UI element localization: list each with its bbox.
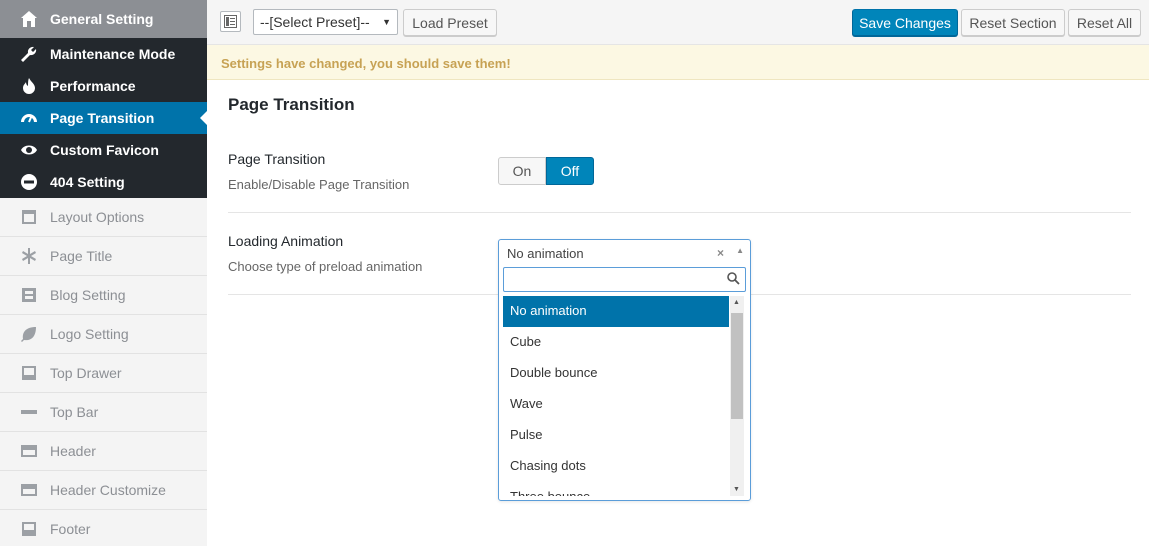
sidebar-item-custom-favicon[interactable]: Custom Favicon (0, 134, 207, 166)
unsaved-changes-notice: Settings have changed, you should save t… (207, 45, 1149, 80)
section-title: Page Transition (228, 95, 355, 114)
caret-down-icon: ▼ (382, 17, 391, 27)
header-icon (19, 441, 39, 461)
sidebar-item-label: Page Title (50, 248, 113, 264)
select-option[interactable]: Cube (503, 327, 729, 358)
sidebar-item-label: General Setting (50, 11, 154, 27)
drawer-icon (19, 363, 39, 383)
field-subtitle-page-transition: Enable/Disable Page Transition (228, 177, 410, 192)
minus-circle-icon (19, 172, 39, 192)
eye-icon (19, 140, 39, 160)
select-current[interactable]: No animation × ▲ (499, 240, 750, 266)
topbar-icon (19, 402, 39, 422)
sidebar-item-top-drawer[interactable]: Top Drawer (0, 354, 207, 393)
sidebar-item-label: Top Bar (50, 404, 99, 420)
switch-off-button[interactable]: Off (546, 157, 594, 185)
sidebar-item-label: Page Transition (50, 110, 155, 126)
select-option[interactable]: Wave (503, 389, 729, 420)
search-icon (727, 272, 740, 288)
sidebar-item-label: Performance (50, 78, 136, 94)
sidebar-item-label: Blog Setting (50, 287, 126, 303)
reset-section-button[interactable]: Reset Section (961, 9, 1065, 36)
sidebar-item-label: Top Drawer (50, 365, 122, 381)
sidebar-item-label: Maintenance Mode (50, 46, 176, 62)
toolbar: --[Select Preset]-- ▼ Load Preset Save C… (207, 0, 1149, 45)
home-icon (19, 9, 39, 29)
blog-icon (19, 285, 39, 305)
select-option[interactable]: Chasing dots (503, 451, 729, 482)
wrench-icon (19, 44, 39, 64)
expand-toggle-icon[interactable] (220, 11, 241, 32)
preset-select[interactable]: --[Select Preset]-- ▼ (253, 9, 398, 35)
caret-up-icon[interactable]: ▲ (736, 246, 744, 255)
sidebar-item-general-setting[interactable]: General Setting (0, 0, 207, 38)
sidebar-item-404-setting[interactable]: 404 Setting (0, 166, 207, 198)
sidebar-item-page-transition[interactable]: Page Transition (0, 102, 207, 134)
sidebar-item-logo-setting[interactable]: Logo Setting (0, 315, 207, 354)
leaf-icon (19, 324, 39, 344)
sidebar-item-label: Header Customize (50, 482, 166, 498)
load-preset-button[interactable]: Load Preset (403, 9, 497, 36)
select-search-input[interactable] (503, 267, 746, 292)
field-title-loading-animation: Loading Animation (228, 233, 344, 249)
select-option[interactable]: No animation (503, 296, 729, 327)
sidebar-item-label: Logo Setting (50, 326, 129, 342)
sidebar-item-label: 404 Setting (50, 174, 125, 190)
select-option[interactable]: Pulse (503, 420, 729, 451)
sidebar-item-performance[interactable]: Performance (0, 70, 207, 102)
footer-icon (19, 519, 39, 539)
asterisk-icon (19, 246, 39, 266)
options-scrollbar[interactable]: ▲ ▼ (730, 296, 744, 496)
switch-on-button[interactable]: On (498, 157, 546, 185)
sidebar-item-label: Custom Favicon (50, 142, 159, 158)
sidebar-item-header[interactable]: Header (0, 432, 207, 471)
sidebar: General Setting Maintenance Mode Perform… (0, 0, 207, 546)
layout-icon (19, 207, 39, 227)
sidebar-item-header-customize[interactable]: Header Customize (0, 471, 207, 510)
fire-icon (19, 76, 39, 96)
scroll-down-icon[interactable]: ▼ (733, 486, 740, 493)
loading-animation-select[interactable]: No animation × ▲ No animation Cube Doubl… (498, 239, 751, 501)
sidebar-item-label: Header (50, 443, 96, 459)
select-option[interactable]: Double bounce (503, 358, 729, 389)
sidebar-item-footer[interactable]: Footer (0, 510, 207, 546)
select-options-list: No animation Cube Double bounce Wave Pul… (503, 296, 729, 496)
save-changes-button[interactable]: Save Changes (852, 9, 958, 36)
divider (228, 212, 1131, 213)
page-transition-switch: On Off (498, 157, 594, 185)
sidebar-item-blog-setting[interactable]: Blog Setting (0, 276, 207, 315)
header-customize-icon (19, 480, 39, 500)
select-current-value: No animation (507, 246, 584, 261)
reset-all-button[interactable]: Reset All (1068, 9, 1141, 36)
sidebar-item-page-title[interactable]: Page Title (0, 237, 207, 276)
scrollbar-thumb[interactable] (731, 313, 743, 419)
field-subtitle-loading-animation: Choose type of preload animation (228, 259, 423, 274)
preset-select-value: --[Select Preset]-- (260, 14, 370, 30)
scroll-up-icon[interactable]: ▲ (733, 299, 740, 306)
clear-icon[interactable]: × (717, 246, 724, 260)
field-title-page-transition: Page Transition (228, 151, 326, 167)
sidebar-item-layout-options[interactable]: Layout Options (0, 198, 207, 237)
sidebar-item-maintenance-mode[interactable]: Maintenance Mode (0, 38, 207, 70)
select-option[interactable]: Three bounce (503, 482, 729, 496)
sidebar-item-label: Layout Options (50, 209, 145, 225)
sidebar-item-label: Footer (50, 521, 91, 537)
sidebar-item-top-bar[interactable]: Top Bar (0, 393, 207, 432)
dashboard-icon (19, 108, 39, 128)
